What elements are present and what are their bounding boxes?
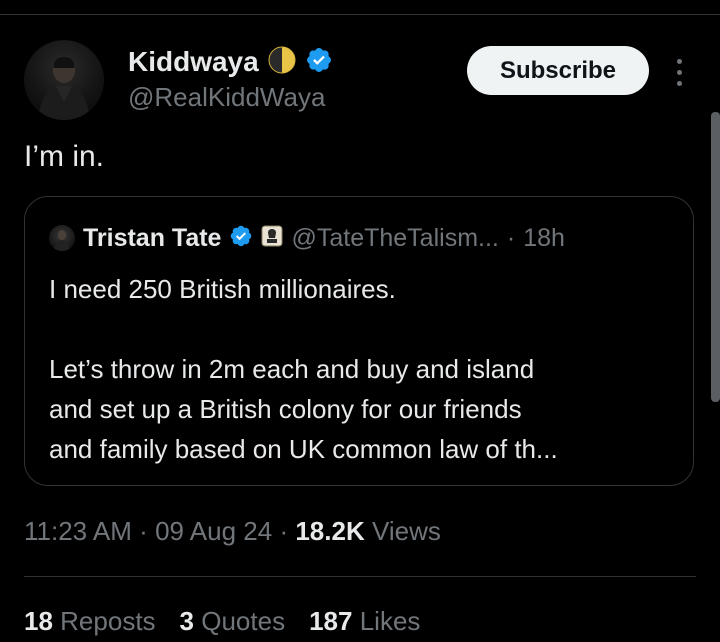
tweet-meta-row: 11:23 AM · 09 Aug 24 · 18.2K Views	[24, 516, 441, 547]
views-count: 18.2K	[295, 516, 365, 546]
quoted-tweet-separator: ·	[506, 223, 516, 252]
quotes-stat[interactable]: 3 Quotes	[180, 606, 286, 637]
quotes-label: Quotes	[201, 606, 286, 636]
tweet-date[interactable]: 09 Aug 24	[155, 516, 272, 546]
likes-label: Likes	[359, 606, 421, 636]
quotes-count: 3	[179, 606, 195, 636]
quoted-tweet-line: and set up a British colony for our frie…	[49, 394, 522, 424]
verified-badge-icon	[229, 224, 253, 253]
tweet-text: I’m in.	[24, 140, 105, 173]
author-name-row: Kiddwaya	[128, 44, 333, 80]
meta-separator: ·	[139, 516, 148, 546]
quoted-tweet-card[interactable]: Tristan Tate @TateTheTalism... · 18h I n…	[24, 196, 694, 486]
quoted-tweet-header: Tristan Tate @TateTheTalism... · 18h	[49, 223, 565, 253]
verified-badge-icon	[305, 46, 333, 79]
author-avatar[interactable]	[24, 40, 104, 120]
quoted-tweet-time: 18h	[523, 223, 565, 252]
author-display-name[interactable]: Kiddwaya	[128, 46, 259, 78]
half-moon-icon	[267, 45, 297, 80]
reposts-count: 18	[24, 606, 53, 636]
likes-stat[interactable]: 187 Likes	[309, 606, 420, 637]
quoted-tweet-line: I need 250 British millionaires.	[49, 274, 396, 304]
reposts-stat[interactable]: 18 Reposts	[24, 606, 156, 637]
quoted-author-name: Tristan Tate	[83, 223, 222, 252]
more-vertical-icon[interactable]	[668, 52, 690, 92]
scrollbar[interactable]	[711, 112, 720, 402]
meta-separator: ·	[279, 516, 289, 546]
engagement-stats: 18 Reposts 3 Quotes 187 Likes	[24, 606, 420, 637]
subscribe-button[interactable]: Subscribe	[467, 46, 649, 95]
bottom-divider	[24, 576, 696, 577]
likes-count: 187	[309, 606, 353, 636]
quoted-tweet-line: Let’s throw in 2m each and buy and islan…	[49, 354, 535, 384]
reposts-label: Reposts	[60, 606, 156, 636]
quoted-author-handle: @TateTheTalism...	[291, 223, 499, 252]
affiliate-badge-icon	[261, 225, 283, 252]
tweet-time[interactable]: 11:23 AM	[24, 516, 132, 546]
top-divider	[0, 14, 720, 15]
author-handle[interactable]: @RealKiddWaya	[128, 82, 325, 113]
views-label: Views	[371, 516, 441, 546]
quoted-tweet-body: I need 250 British millionaires. Let’s t…	[49, 269, 669, 469]
quoted-author-avatar	[49, 225, 75, 251]
quoted-tweet-line: and family based on UK common law of th.…	[49, 434, 558, 464]
